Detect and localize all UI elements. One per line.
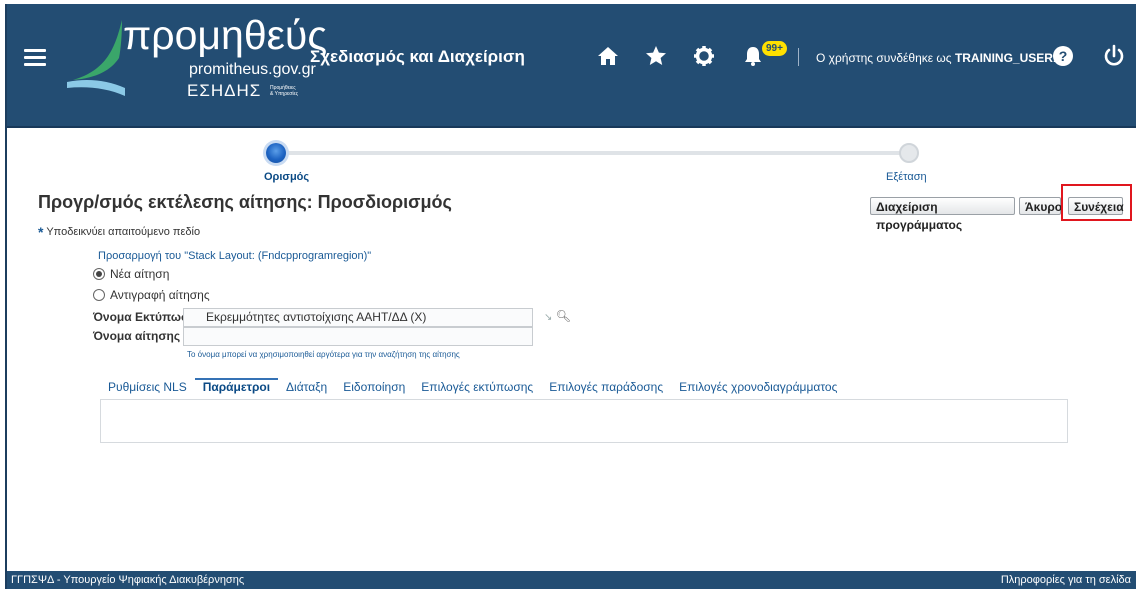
header-bar: προμηθεύς promitheus.gov.gr ΕΣΗΔΗΣ Προμή… (7, 4, 1136, 128)
page-title: Προγρ/σμός εκτέλεσης αίτησης: Προσδιορισ… (38, 192, 452, 212)
tab-notification[interactable]: Ειδοποίηση (335, 380, 413, 399)
train-progress-line (275, 151, 911, 155)
logo-org: ΕΣΗΔΗΣ (187, 81, 262, 100)
train-step-1-marker (266, 143, 286, 163)
required-star: * (38, 224, 44, 240)
tab-nls-settings[interactable]: Ρυθμίσεις NLS (100, 380, 195, 399)
print-name-lov[interactable]: ↘ 🔍︎ (544, 309, 571, 323)
footer-org: ΓΓΠΣΨΔ - Υπουργείο Ψηφιακής Διακυβέρνηση… (11, 574, 245, 586)
continue-button[interactable]: Συνέχεια (1068, 197, 1124, 215)
svg-text:?: ? (1059, 48, 1068, 64)
tab-schedule-options[interactable]: Επιλογές χρονοδιαγράμματος (671, 380, 845, 399)
required-note-text: Υποδεικνύει απαιτούμενο πεδίο (46, 226, 201, 238)
user-status: Ο χρήστης συνδέθηκε ως TRAINING_USER1 (816, 51, 1060, 65)
tab-print-options[interactable]: Επιλογές εκτύπωσης (413, 380, 541, 399)
request-name-field[interactable] (183, 327, 533, 346)
manage-schedule-button[interactable]: Διαχείριση προγράμματος (870, 197, 1015, 232)
radio-copy-request[interactable]: Αντιγραφή αίτησης (93, 288, 210, 302)
star-icon[interactable] (644, 44, 668, 68)
logo-org-sub: Προμήθειες & Υπηρεσίες (270, 85, 299, 97)
radio-copy-button[interactable] (93, 289, 105, 301)
power-icon[interactable] (1102, 44, 1126, 68)
radio-copy-label: Αντιγραφή αίτησης (110, 288, 210, 302)
request-name-hint: Το όνομα μπορεί να χρησιμοποιηθεί αργότε… (187, 350, 460, 359)
radio-new-request[interactable]: Νέα αίτηση (93, 267, 169, 281)
notification-badge[interactable]: 99+ (762, 41, 787, 56)
train-step-1-label: Ορισμός (264, 171, 310, 183)
user-name: TRAINING_USER1 (954, 51, 1060, 65)
logo-mark-icon (67, 20, 125, 96)
search-icon[interactable]: 🔍︎ (556, 309, 571, 323)
app-title: Σχεδιασμός και Διαχείριση (310, 47, 525, 66)
footer-bar: ΓΓΠΣΨΔ - Υπουργείο Ψηφιακής Διακυβέρνηση… (7, 571, 1136, 589)
request-name-label: Όνομα αίτησης (93, 329, 181, 343)
radio-new-button[interactable] (93, 268, 105, 280)
header-separator (798, 48, 799, 66)
logo-url: promitheus.gov.gr (189, 61, 316, 78)
clear-icon[interactable]: ↘ (544, 312, 552, 323)
footer-page-info-link[interactable]: Πληροφορίες για τη σελίδα (1001, 574, 1131, 586)
tab-parameters[interactable]: Παράμετροι (194, 378, 279, 399)
hamburger-menu-icon[interactable] (24, 49, 46, 67)
home-icon[interactable] (596, 44, 620, 68)
tab-layout[interactable]: Διάταξη (278, 380, 335, 399)
app-frame: προμηθεύς promitheus.gov.gr ΕΣΗΔΗΣ Προμή… (5, 4, 1136, 589)
radio-new-label: Νέα αίτηση (110, 267, 170, 281)
customize-link[interactable]: Προσαρμογή του "Stack Layout: (Fndcpprog… (98, 250, 371, 262)
user-prefix: Ο χρήστης συνδέθηκε ως (816, 51, 952, 65)
logo-title: προμηθεύς (123, 12, 328, 58)
gear-icon[interactable] (692, 44, 716, 68)
train-step-2-marker (899, 143, 919, 163)
required-note: * Υποδεικνύει απαιτούμενο πεδίο (38, 224, 200, 240)
tab-delivery-options[interactable]: Επιλογές παράδοσης (541, 380, 671, 399)
help-icon[interactable]: ? (1051, 44, 1075, 68)
train-step-2-label[interactable]: Εξέταση (886, 171, 927, 183)
cancel-button[interactable]: Άκυρο (1019, 197, 1062, 215)
tab-bar: Ρυθμίσεις NLS Παράμετροι Διάταξη Ειδοποί… (100, 378, 845, 399)
tab-panel (100, 399, 1068, 443)
print-name-field[interactable]: Εκρεμμότητες αντιστοίχισης ΑΑΗΤ/ΔΔ (Χ) (183, 308, 533, 327)
